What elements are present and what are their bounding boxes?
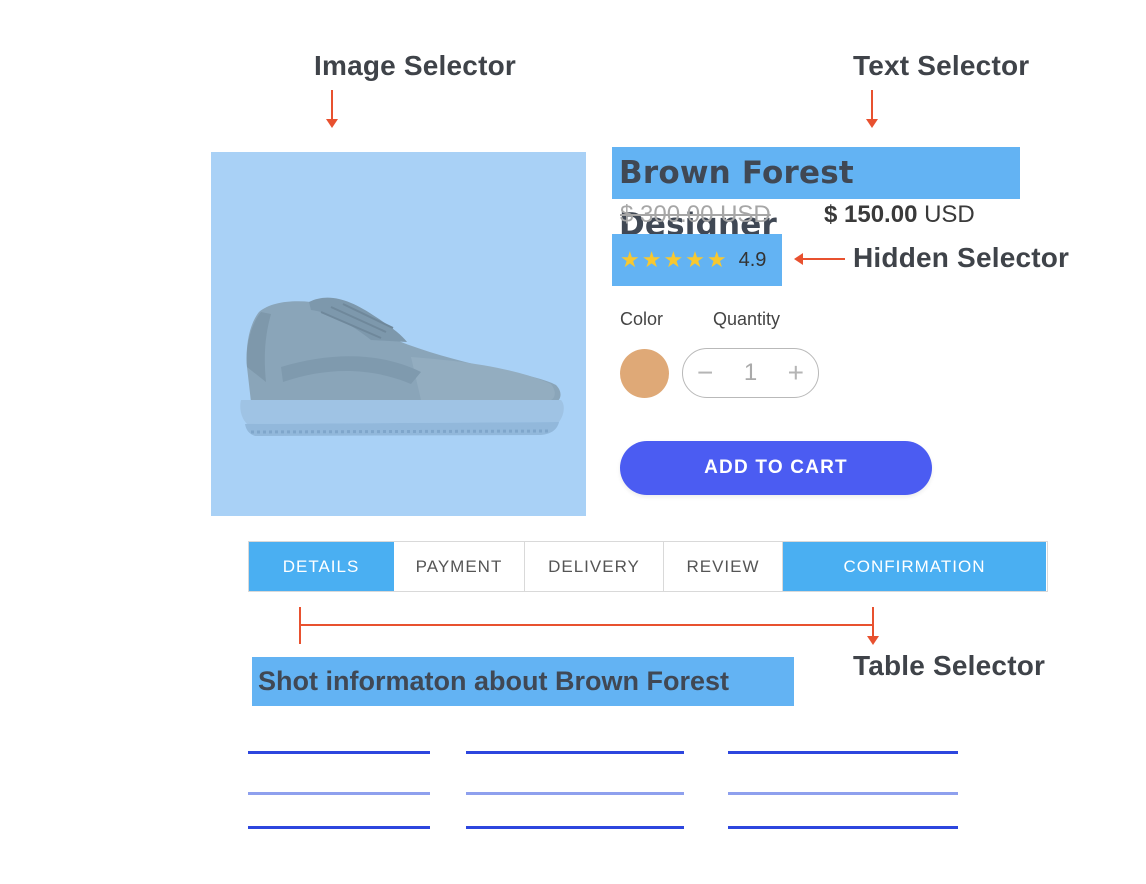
- placeholder-line: [248, 826, 430, 829]
- quantity-label: Quantity: [713, 309, 781, 329]
- color-swatch[interactable]: [620, 349, 669, 398]
- product-image[interactable]: [211, 152, 586, 516]
- placeholder-line: [466, 792, 684, 795]
- tab-delivery[interactable]: DELIVERY: [525, 542, 664, 591]
- placeholder-line: [728, 826, 958, 829]
- quantity-value[interactable]: 1: [744, 359, 757, 387]
- hidden-selector-label: Hidden Selector: [853, 242, 1070, 273]
- placeholder-line: [466, 751, 684, 754]
- plus-button[interactable]: +: [788, 357, 804, 389]
- rating-value: 4.9: [738, 248, 767, 271]
- placeholder-line: [728, 792, 958, 795]
- image-selector-label: Image Selector: [314, 50, 516, 81]
- short-info-heading: Shot informaton about Brown Forest: [252, 657, 794, 706]
- tab-details[interactable]: DETAILS: [249, 542, 394, 591]
- quantity-stepper[interactable]: − 1 +: [682, 348, 819, 398]
- star-icons: ★★★★★: [620, 247, 729, 272]
- placeholder-line: [466, 826, 684, 829]
- table-bracket-line: [300, 624, 874, 626]
- sneaker-image: [240, 297, 564, 436]
- tab-confirmation[interactable]: CONFIRMATION: [783, 542, 1046, 591]
- placeholder-line: [248, 792, 430, 795]
- old-price: $ 300.00 USD: [620, 201, 771, 228]
- text-selector-arrow: [866, 90, 878, 128]
- new-price: $ 150.00 USD: [824, 201, 975, 229]
- text-selector-label: Text Selector: [853, 50, 1030, 81]
- placeholder-line: [728, 751, 958, 754]
- product-title: Brown Forest Designer: [612, 147, 1020, 243]
- tab-payment[interactable]: PAYMENT: [394, 542, 525, 591]
- tab-review[interactable]: REVIEW: [664, 542, 783, 591]
- placeholder-line: [248, 751, 430, 754]
- minus-button[interactable]: −: [697, 357, 713, 389]
- product-tabs: DETAILS PAYMENT DELIVERY REVIEW CONFIRMA…: [248, 541, 1048, 592]
- add-to-cart-button[interactable]: ADD TO CART: [620, 441, 932, 495]
- rating-badge: ★★★★★ 4.9: [612, 234, 782, 286]
- image-selector-arrow: [326, 90, 338, 128]
- table-selector-arrow: [867, 607, 879, 645]
- new-price-currency: USD: [924, 201, 975, 228]
- table-selector-label: Table Selector: [853, 650, 1046, 681]
- hidden-selector-arrow: [794, 253, 845, 265]
- color-label: Color: [620, 309, 664, 329]
- new-price-amount: $ 150.00: [824, 201, 918, 228]
